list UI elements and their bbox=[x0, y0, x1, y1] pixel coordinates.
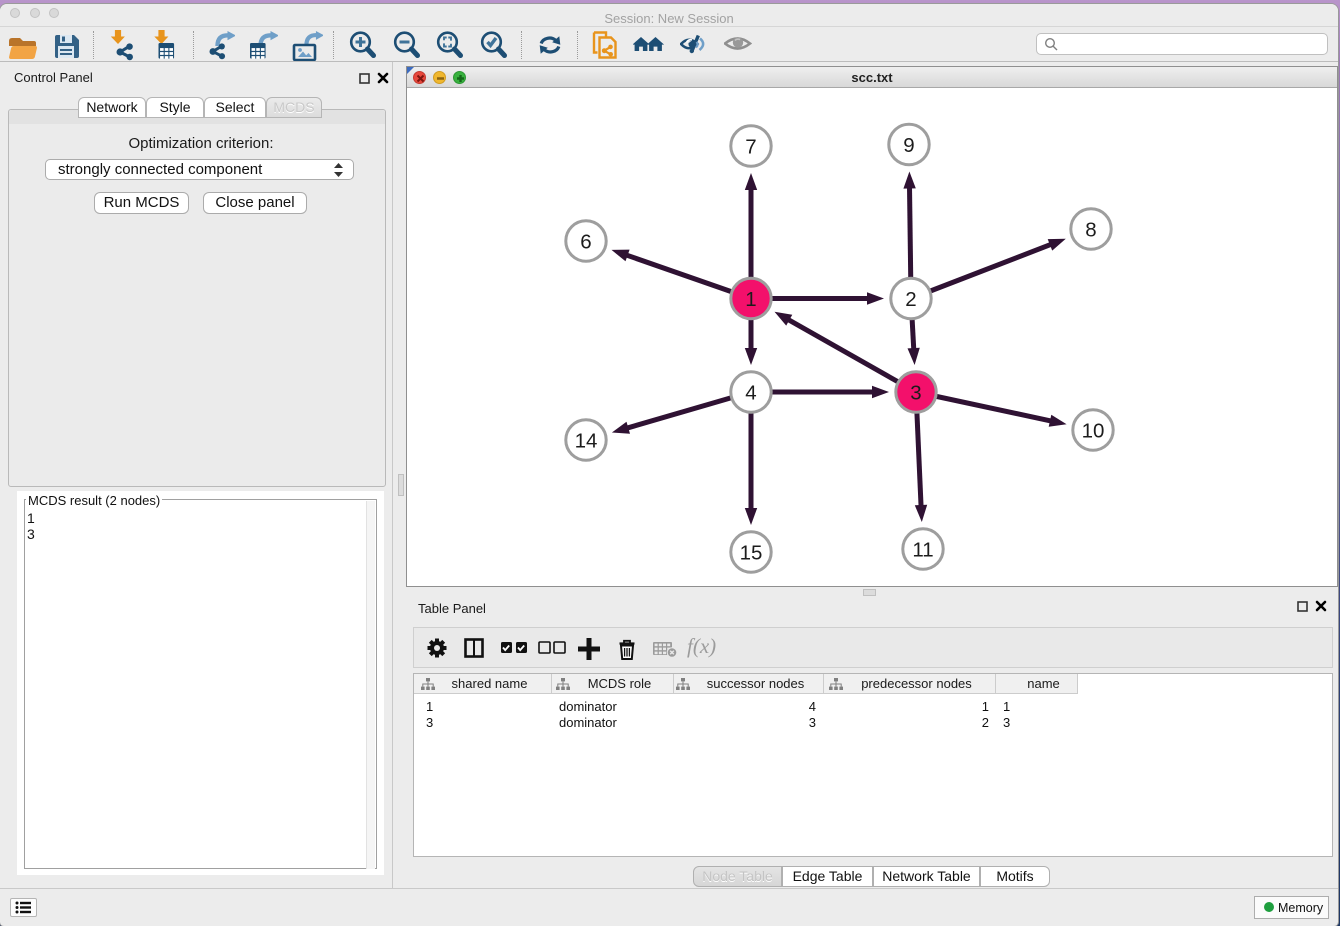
svg-text:4: 4 bbox=[745, 382, 756, 405]
svg-text:2: 2 bbox=[905, 288, 916, 311]
svg-text:15: 15 bbox=[740, 542, 763, 565]
svg-text:9: 9 bbox=[903, 134, 914, 157]
svg-text:8: 8 bbox=[1085, 219, 1096, 242]
svg-text:11: 11 bbox=[912, 539, 933, 562]
svg-text:3: 3 bbox=[910, 382, 921, 405]
svg-text:14: 14 bbox=[575, 430, 598, 453]
svg-text:6: 6 bbox=[580, 231, 591, 254]
svg-text:1: 1 bbox=[745, 288, 756, 311]
svg-text:7: 7 bbox=[745, 136, 756, 159]
svg-text:10: 10 bbox=[1082, 420, 1105, 443]
